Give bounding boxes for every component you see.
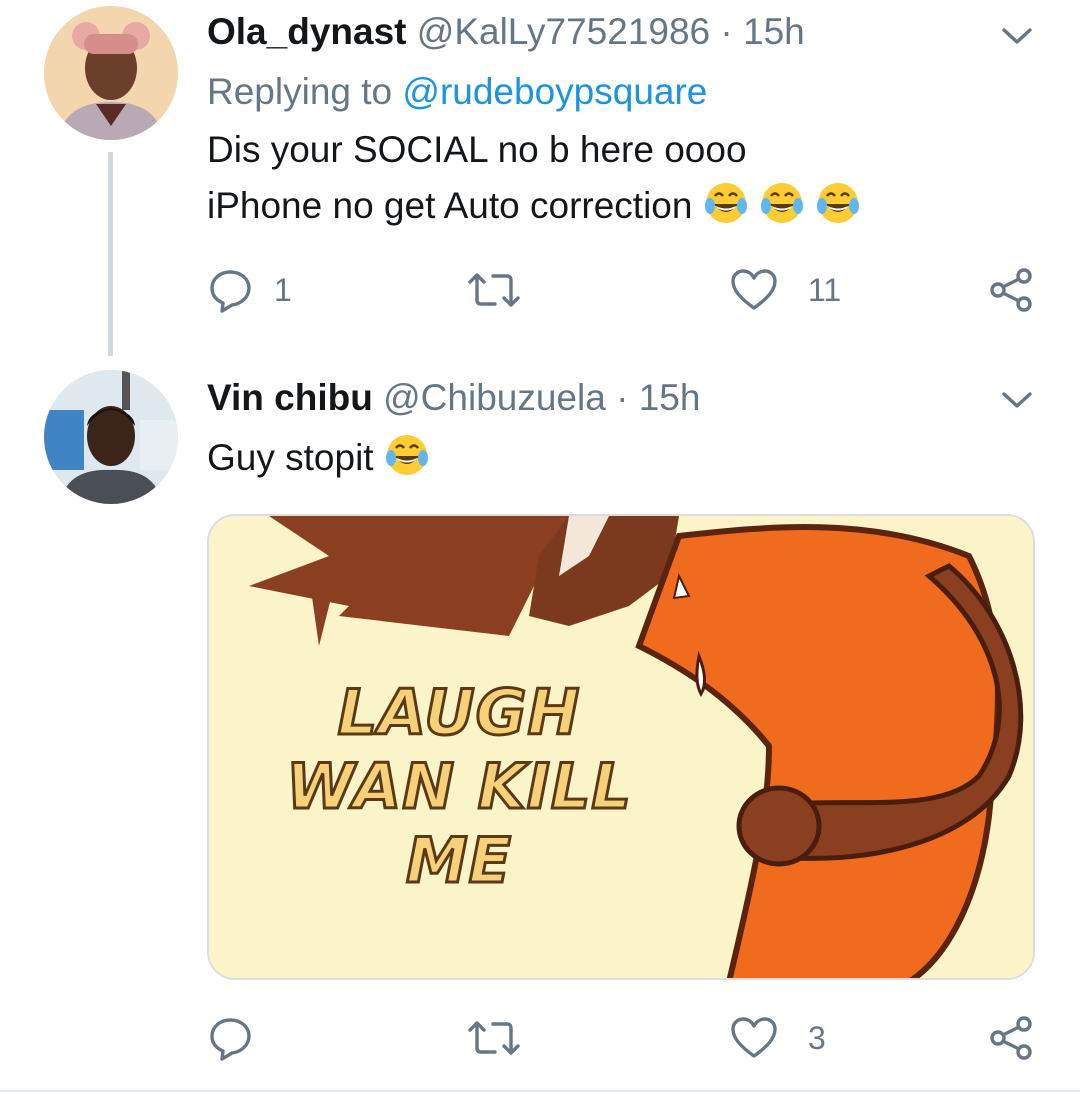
reply-button[interactable] (208, 1008, 274, 1068)
retweet-icon (468, 1021, 520, 1055)
tweet-text-line-1: Guy stopit (207, 430, 440, 486)
tweet-1[interactable]: Ola_dynast @KalLy77521986 · 15h Replying… (0, 0, 1080, 360)
tweet-text-line-1: Dis your SOCIAL no b here oooo (207, 129, 747, 170)
face-with-tears-of-joy-icon (816, 183, 859, 223)
chevron-down-icon[interactable] (1000, 388, 1034, 412)
share-button[interactable] (988, 260, 1034, 320)
reply-icon (210, 270, 251, 313)
tweet-actions: 3 (0, 1008, 1080, 1068)
meme-caption-line-1: LAUGH (336, 675, 581, 751)
display-name[interactable]: Ola_dynast (207, 11, 406, 52)
user-handle[interactable]: @KalLy77521986 (417, 11, 710, 52)
avatar[interactable] (44, 6, 178, 140)
avatar-photo (44, 6, 178, 140)
user-handle[interactable]: @Chibuzuela (383, 377, 606, 418)
face-with-tears-of-joy-icon (385, 435, 428, 475)
separator: · (616, 377, 629, 418)
separator: · (720, 11, 733, 52)
replying-to: Replying to @rudeboypsquare (207, 70, 707, 114)
laughing-emoji-group (703, 183, 871, 226)
share-button[interactable] (988, 1008, 1034, 1068)
reply-icon (210, 1018, 251, 1061)
timestamp[interactable]: 15h (639, 377, 701, 418)
avatar[interactable] (44, 370, 178, 504)
face-with-tears-of-joy-icon (760, 183, 803, 223)
reply-count: 1 (274, 271, 292, 308)
meme-caption: LAUGH WAN KILL ME (249, 675, 669, 899)
like-button[interactable]: 11 (730, 260, 841, 320)
like-button[interactable]: 3 (730, 1008, 826, 1068)
replying-prefix: Replying to (207, 71, 393, 112)
chevron-down-icon[interactable] (1000, 24, 1034, 48)
share-icon (990, 268, 1032, 312)
heart-icon (731, 269, 777, 310)
tweet-text-line-1-text: Guy stopit (207, 437, 374, 478)
heart-icon (731, 1017, 777, 1058)
tweet-header: Ola_dynast @KalLy77521986 · 15h (207, 10, 805, 54)
tweet-header: Vin chibu @Chibuzuela · 15h (207, 376, 700, 420)
meme-caption-line-3: ME (404, 823, 513, 899)
tweet-text-line-2: iPhone no get Auto correction (207, 178, 871, 234)
retweet-icon (468, 273, 520, 307)
tweet-2[interactable]: Vin chibu @Chibuzuela · 15h Guy stopit L… (0, 360, 1080, 1090)
replying-to-link[interactable]: @rudeboypsquare (402, 71, 707, 112)
share-icon (990, 1016, 1032, 1060)
retweet-button[interactable] (468, 1008, 540, 1068)
retweet-button[interactable] (468, 260, 540, 320)
like-count: 11 (808, 271, 842, 308)
like-count: 3 (808, 1019, 826, 1056)
timestamp[interactable]: 15h (743, 11, 805, 52)
display-name[interactable]: Vin chibu (207, 377, 373, 418)
tweet-media-image[interactable]: LAUGH WAN KILL ME (207, 514, 1035, 980)
thread-line (108, 152, 113, 356)
meme-caption-line-2: WAN KILL (285, 749, 633, 825)
tweet-actions: 1 11 (0, 260, 1080, 320)
avatar-photo (44, 370, 178, 504)
face-with-tears-of-joy-icon (704, 183, 747, 223)
divider (0, 1090, 1080, 1092)
reply-button[interactable]: 1 (208, 260, 292, 320)
tweet-text-line-2-text: iPhone no get Auto correction (207, 185, 693, 226)
